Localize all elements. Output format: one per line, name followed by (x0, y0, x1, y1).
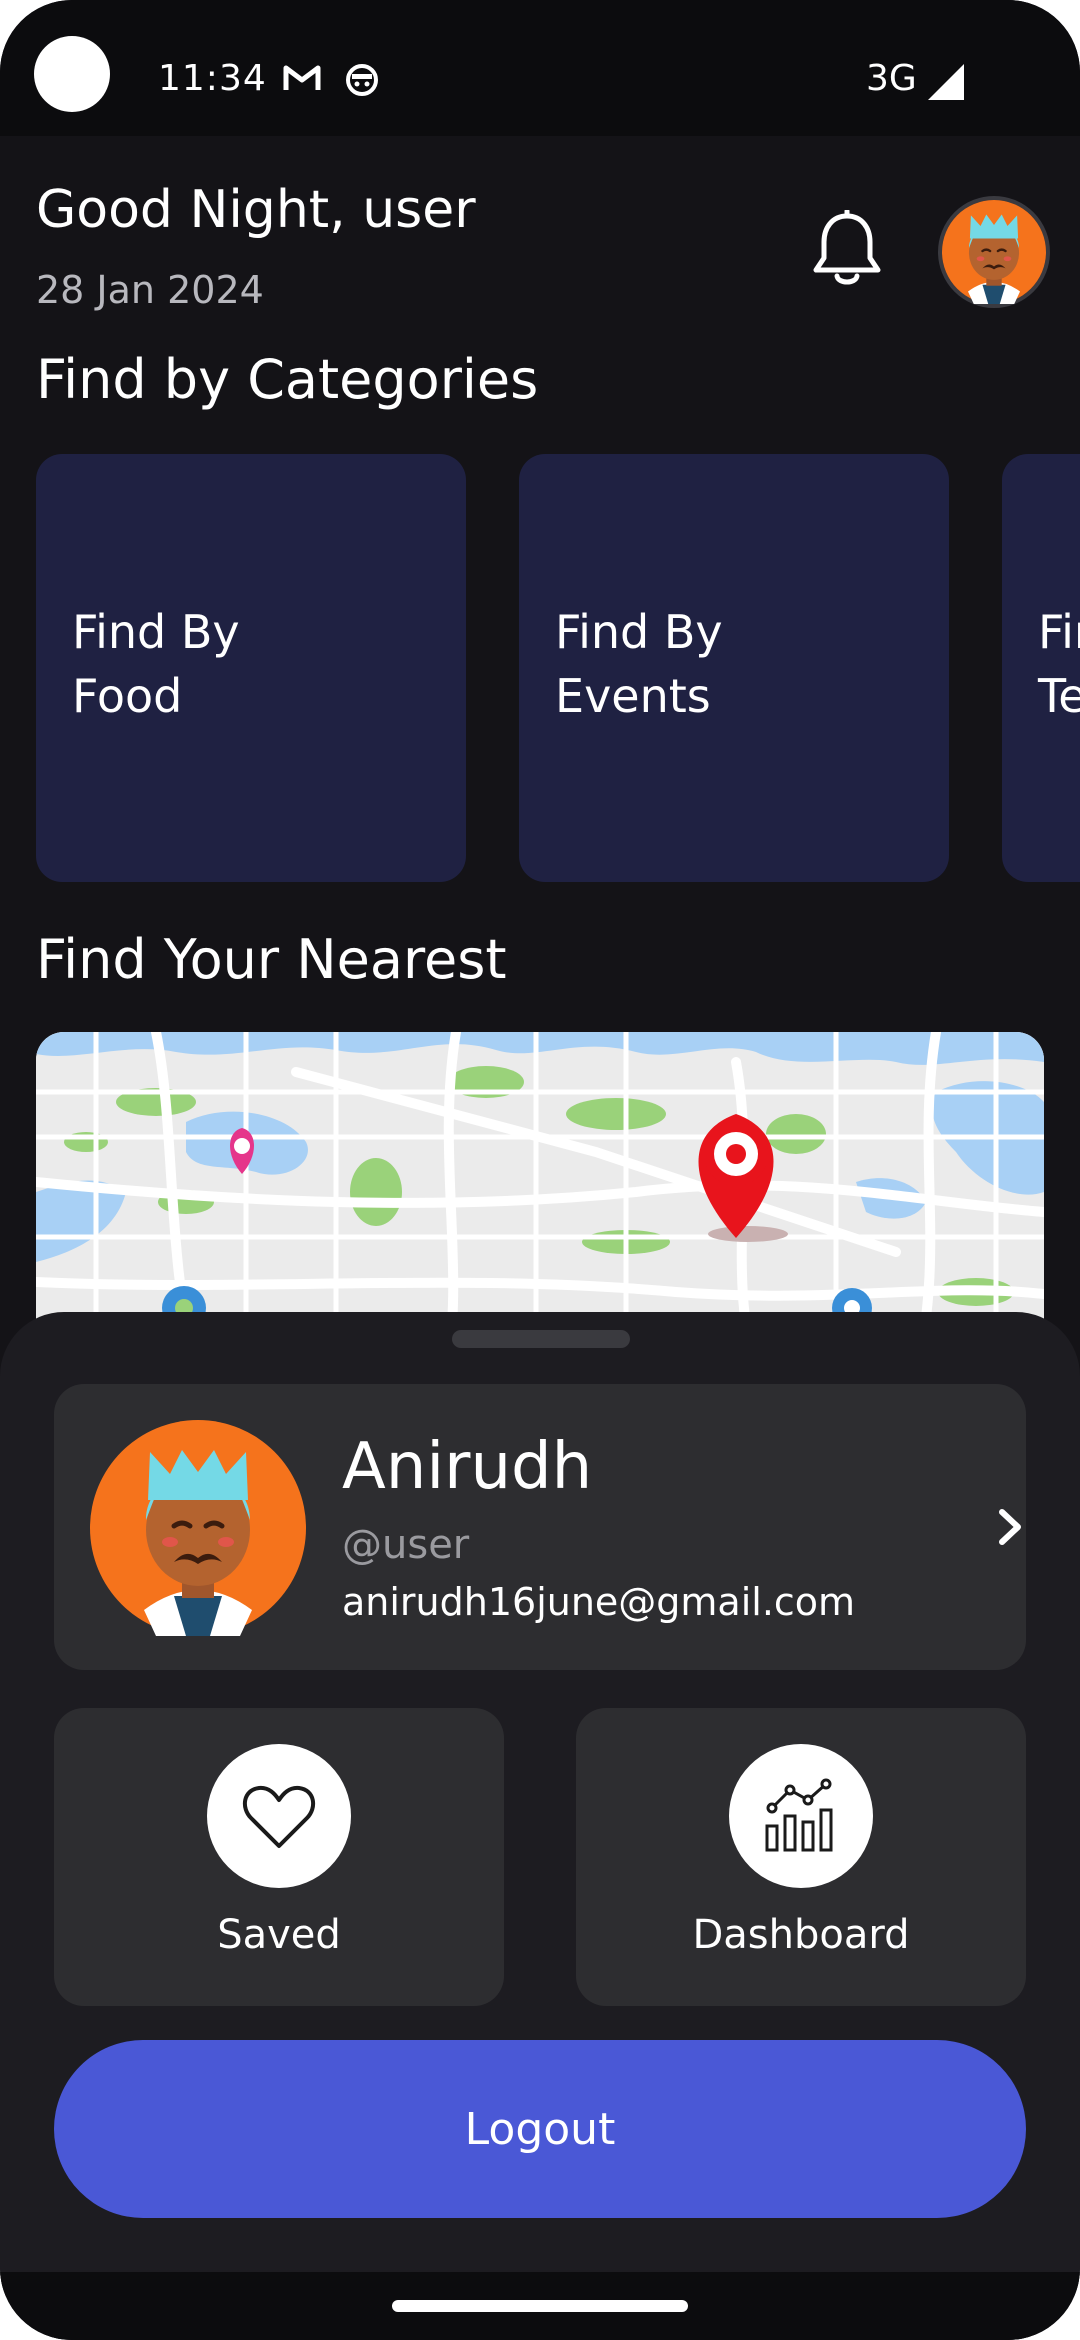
status-time: 11:34 (158, 58, 267, 99)
category-label: Find By Te (1038, 605, 1080, 723)
nearest-title: Find Your Nearest (36, 928, 507, 991)
avatar[interactable] (938, 196, 1050, 308)
category-label: Find By Events (555, 605, 723, 723)
logout-button[interactable]: Logout (54, 2040, 1026, 2218)
heart-icon (242, 1785, 316, 1848)
bell-icon[interactable] (810, 210, 884, 290)
status-bar: 11:34 3G (0, 0, 1080, 136)
category-card-events[interactable]: Find By Events (519, 454, 949, 882)
profile-bottom-sheet: Anirudh @user anirudh16june@gmail.com Sa… (0, 1312, 1080, 2340)
saved-button[interactable]: Saved (54, 1708, 504, 2006)
saved-label: Saved (217, 1912, 341, 1958)
phone-screen: 11:34 3G Good Night, user 28 Jan 2024 Fi… (0, 0, 1080, 2340)
android-debug-icon (346, 64, 378, 96)
category-card-partial[interactable]: Find By Te (1002, 454, 1080, 882)
chart-icon (765, 1778, 833, 1852)
dashboard-label: Dashboard (692, 1912, 910, 1958)
profile-card[interactable]: Anirudh @user anirudh16june@gmail.com (54, 1384, 1026, 1670)
dashboard-icon-circle (729, 1744, 873, 1888)
category-label: Find By Food (72, 605, 240, 723)
profile-email: anirudh16june@gmail.com (342, 1580, 856, 1624)
profile-avatar (90, 1420, 306, 1636)
chevron-right-icon (999, 1509, 1021, 1545)
profile-handle: @user (342, 1522, 470, 1568)
category-card-food[interactable]: Find By Food (36, 454, 466, 882)
profile-name: Anirudh (342, 1430, 593, 1504)
gmail-icon (283, 65, 321, 90)
home-indicator[interactable] (392, 2300, 688, 2312)
signal-icon (928, 64, 964, 100)
dashboard-button[interactable]: Dashboard (576, 1708, 1026, 2006)
categories-title: Find by Categories (36, 348, 539, 411)
sheet-drag-handle[interactable] (452, 1330, 630, 1348)
date-text: 28 Jan 2024 (36, 268, 264, 312)
network-type: 3G (866, 58, 917, 99)
greeting-text: Good Night, user (36, 180, 476, 240)
saved-icon-circle (207, 1744, 351, 1888)
camera-cutout (34, 36, 110, 112)
avatar-illustration (942, 200, 1046, 304)
